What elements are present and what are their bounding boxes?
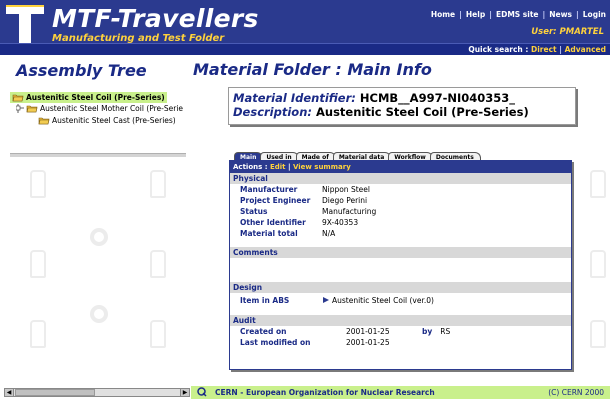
tree-item-label: Austenitic Steel Mother Coil (Pre-Serie [40, 104, 184, 113]
watermark-icon [590, 170, 606, 198]
watermark-icon [90, 228, 108, 246]
left-divider [10, 153, 186, 157]
horizontal-scrollbar[interactable]: ◀ ▶ [4, 388, 190, 397]
field-value: N/A [322, 229, 336, 238]
status-row: Status Manufacturing [230, 206, 571, 217]
watermark-icon [150, 170, 166, 198]
field-label: Manufacturer [240, 185, 298, 194]
tree-connector-icon [16, 104, 24, 113]
folder-icon [26, 105, 38, 113]
nav-news-link[interactable]: News [549, 10, 572, 19]
tree-item-label: Austenitic Steel Coil (Pre-Series) [26, 93, 165, 102]
modified-row: Last modified on 2001-01-25 [230, 337, 571, 348]
other-identifier-row: Other Identifier 9X-40353 [230, 217, 571, 228]
by-label: by [422, 327, 433, 336]
project-engineer-row: Project Engineer Diego Perini [230, 195, 571, 206]
edit-link[interactable]: Edit [270, 163, 286, 171]
folder-icon [38, 117, 50, 125]
page-title: Material Folder : Main Info [193, 60, 432, 79]
identifier-value: HCMB__A997-NI040353_ [359, 91, 516, 105]
field-label: Other Identifier [240, 218, 306, 227]
scroll-right-icon[interactable]: ▶ [180, 389, 189, 396]
scroll-thumb[interactable] [15, 389, 95, 396]
material-total-row: Material total N/A [230, 228, 571, 239]
top-navigation: Home | Help | EDMS site | News | Login [430, 10, 606, 19]
footer-copyright: (C) CERN 2000 [548, 388, 604, 397]
tree-item-steel-coil[interactable]: Austenitic Steel Coil (Pre-Series) [10, 92, 167, 103]
quick-search-label: Quick search : [468, 45, 529, 54]
identifier-label: Material Identifier: [233, 91, 356, 105]
field-value: Manufacturing [322, 207, 377, 216]
quick-search-advanced-link[interactable]: Advanced [565, 45, 606, 54]
watermark-icon [150, 320, 166, 348]
field-value: 2001-01-25 [346, 327, 390, 336]
current-user: User: PMARTEL [531, 27, 604, 37]
folder-icon [12, 94, 24, 102]
nav-help-link[interactable]: Help [466, 10, 485, 19]
watermark-icon [30, 250, 46, 278]
field-value: 2001-01-25 [346, 338, 390, 347]
section-design: Design [230, 282, 571, 293]
nav-edms-link[interactable]: EDMS site [496, 10, 539, 19]
watermark-icon [30, 320, 46, 348]
nav-home-link[interactable]: Home [431, 10, 455, 19]
arrow-link-icon [323, 296, 329, 303]
main-info-panel: Actions : Edit | View summary Physical M… [229, 160, 572, 370]
mtf-logo-icon [6, 5, 44, 47]
assembly-tree-title: Assembly Tree [16, 61, 147, 80]
tree-item-label: Austenitic Steel Cast (Pre-Series) [52, 116, 176, 125]
cern-logo-icon [197, 387, 207, 397]
view-summary-link[interactable]: View summary [293, 163, 351, 171]
by-value: RS [440, 327, 451, 336]
description-value: Austenitic Steel Coil (Pre-Series) [316, 105, 529, 119]
watermark-icon [590, 250, 606, 278]
field-label: Item in ABS [240, 295, 290, 305]
footer-text[interactable]: CERN - European Organization for Nuclear… [215, 388, 435, 397]
scroll-left-icon[interactable]: ◀ [5, 389, 14, 396]
field-value: Nippon Steel [322, 185, 370, 194]
manufacturer-row: Manufacturer Nippon Steel [230, 184, 571, 195]
field-label: Project Engineer [240, 196, 311, 205]
field-label: Status [240, 207, 268, 216]
tree-item-mother-coil[interactable]: Austenitic Steel Mother Coil (Pre-Serie [16, 104, 183, 113]
section-comments: Comments [230, 247, 571, 258]
quick-search: Quick search : Direct | Advanced [468, 45, 606, 54]
watermark-icon [150, 250, 166, 278]
field-label: Last modified on [240, 338, 311, 347]
abs-item-link: Austenitic Steel Coil (ver.0) [332, 295, 434, 305]
tree-item-steel-cast[interactable]: Austenitic Steel Cast (Pre-Series) [38, 116, 176, 125]
watermark-icon [30, 170, 46, 198]
section-physical: Physical [230, 173, 571, 184]
created-row: Created on 2001-01-25 by RS [230, 326, 571, 337]
field-value: Diego Perini [322, 196, 368, 205]
actions-label: Actions : [233, 163, 268, 171]
field-label: Material total [240, 229, 298, 238]
item-in-abs-row: Item in ABS Austenitic Steel Coil (ver.0… [230, 293, 571, 307]
footer-bar: CERN - European Organization for Nuclear… [191, 386, 610, 399]
material-identity-box: Material Identifier: HCMB__A997-NI040353… [228, 87, 576, 125]
watermark-icon [590, 320, 606, 348]
watermark-icon [90, 305, 108, 323]
description-label: Description: [233, 105, 312, 119]
section-audit: Audit [230, 315, 571, 326]
actions-bar: Actions : Edit | View summary [230, 161, 571, 173]
field-label: Created on [240, 327, 287, 336]
field-value: 9X-40353 [322, 218, 359, 227]
nav-login-link[interactable]: Login [583, 10, 606, 19]
field-value[interactable]: Austenitic Steel Coil (ver.0) [322, 296, 434, 305]
comments-body [230, 258, 571, 282]
app-title: MTF-Travellers [52, 4, 259, 33]
quick-search-direct-link[interactable]: Direct [531, 45, 557, 54]
